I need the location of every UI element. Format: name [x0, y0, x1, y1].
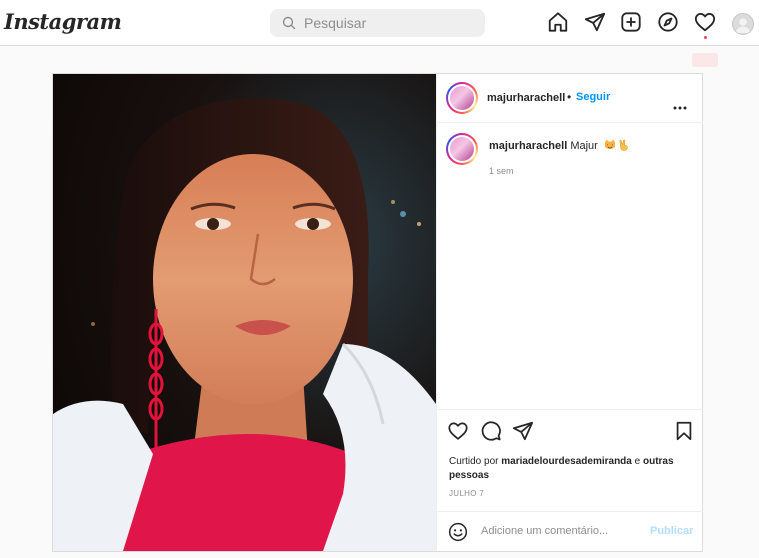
- notification-dot: [704, 36, 707, 39]
- post-photo[interactable]: [53, 74, 436, 551]
- explore-icon[interactable]: [657, 11, 681, 35]
- more-options-icon[interactable]: [673, 97, 687, 115]
- save-bookmark-icon[interactable]: [673, 420, 695, 442]
- likes-and: e: [631, 456, 643, 467]
- comment-icon[interactable]: [480, 420, 502, 442]
- notification-badge: [692, 53, 718, 67]
- follow-button[interactable]: Seguir: [576, 91, 610, 103]
- search-input[interactable]: [304, 9, 474, 37]
- profile-avatar[interactable]: [732, 13, 754, 35]
- victory-hand-emoji: [619, 139, 629, 154]
- home-icon[interactable]: [547, 11, 571, 35]
- post-sidebar: majurharachell • Seguir majurharachell M…: [436, 74, 703, 551]
- author-avatar[interactable]: [446, 82, 478, 114]
- post-actions: Curtido por mariadelourdesademiranda e o…: [437, 409, 703, 550]
- top-navigation: Instagram: [0, 0, 759, 46]
- activity-icon[interactable]: [694, 11, 718, 35]
- separator-dot: •: [567, 90, 572, 104]
- post-header: majurharachell • Seguir: [437, 74, 703, 123]
- post-date[interactable]: JULHO 7: [449, 489, 484, 498]
- caption-text: Majur: [570, 140, 598, 152]
- post-caption: majurharachell Majur: [489, 139, 694, 154]
- post-card: majurharachell • Seguir majurharachell M…: [52, 73, 703, 552]
- like-icon[interactable]: [447, 420, 469, 442]
- comment-box: Publicar: [437, 511, 703, 551]
- instagram-logo[interactable]: Instagram: [4, 9, 122, 34]
- search-icon: [282, 16, 296, 35]
- caption-time[interactable]: 1 sem: [489, 166, 514, 176]
- likes-prefix: Curtido por: [449, 456, 502, 467]
- liked-by-user[interactable]: mariadelourdesademiranda: [501, 456, 632, 467]
- smiling-cat-heart-eyes-emoji: [604, 139, 616, 154]
- direct-icon[interactable]: [584, 11, 608, 35]
- publish-button[interactable]: Publicar: [650, 525, 693, 537]
- new-post-icon[interactable]: [620, 11, 644, 35]
- search-box[interactable]: [270, 9, 485, 37]
- caption-avatar[interactable]: [446, 133, 478, 165]
- share-icon[interactable]: [512, 420, 534, 442]
- likes-summary: Curtido por mariadelourdesademiranda e o…: [449, 455, 689, 483]
- emoji-picker-icon[interactable]: [448, 522, 468, 547]
- caption-username[interactable]: majurharachell: [489, 140, 567, 152]
- author-username[interactable]: majurharachell: [487, 92, 565, 104]
- comment-input[interactable]: [481, 521, 641, 541]
